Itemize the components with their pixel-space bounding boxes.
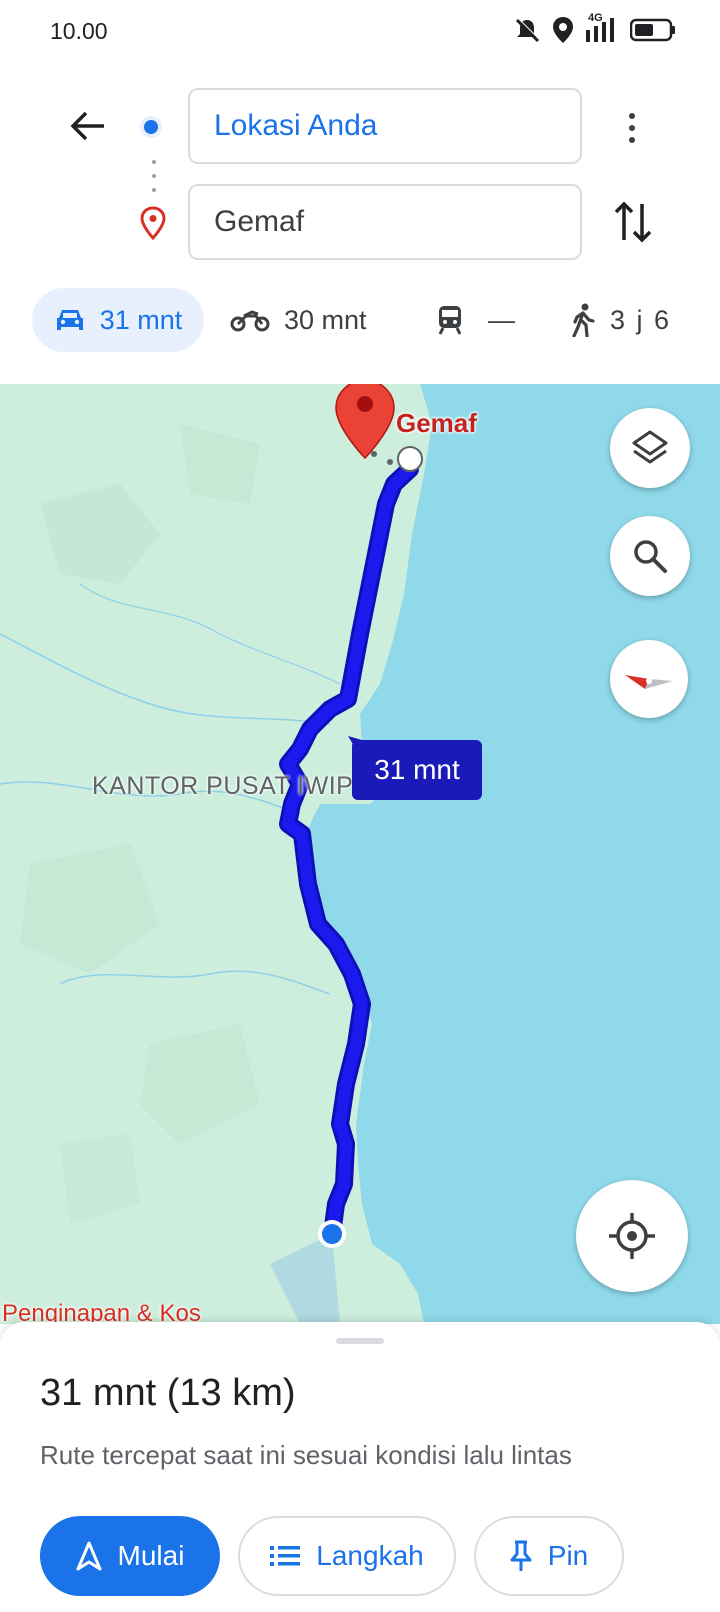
pin-label: Pin (547, 1540, 589, 1571)
route-summary: 31 mnt (13 km) (40, 1372, 296, 1414)
mode-walk-label: 3 j 6 (610, 304, 672, 335)
back-button[interactable] (62, 100, 114, 152)
list-icon (270, 1546, 301, 1566)
start-label: Mulai (117, 1540, 185, 1571)
mode-tab-walk[interactable]: 3 j 6 (570, 288, 671, 352)
search-icon (634, 540, 667, 573)
origin-dot-icon (140, 116, 162, 138)
motorcycle-icon (230, 310, 270, 332)
route-end-marker (397, 446, 423, 472)
route-connector (152, 160, 156, 192)
status-icons: 4G (512, 12, 676, 44)
swap-icon[interactable] (612, 198, 654, 246)
mode-motorcycle-label: 30 mnt (284, 304, 367, 335)
layers-icon (632, 430, 668, 464)
area-map-label[interactable]: KANTOR PUSAT IWIP (92, 772, 353, 801)
navigation-arrow-icon (76, 1541, 102, 1571)
status-time: 10.00 (50, 18, 108, 44)
mode-tab-motorcycle[interactable]: 30 mnt (230, 288, 367, 352)
sheet-drag-handle[interactable] (336, 1338, 384, 1344)
walk-icon (572, 303, 595, 337)
mode-car-label: 31 mnt (99, 304, 183, 335)
mode-tab-transit[interactable]: — (436, 288, 515, 352)
destination-map-label[interactable]: Gemaf (396, 408, 477, 439)
compass-button[interactable] (610, 640, 688, 718)
car-icon (56, 310, 83, 330)
steps-button[interactable]: Langkah (238, 1516, 456, 1596)
back-arrow-icon (70, 111, 104, 141)
start-button[interactable]: Mulai (40, 1516, 220, 1596)
location-icon (553, 17, 573, 43)
my-location-icon (609, 1213, 655, 1259)
map-search-button[interactable] (610, 516, 690, 596)
pin-button[interactable]: Pin (474, 1516, 624, 1596)
pin-icon (510, 1540, 532, 1571)
compass-icon (625, 675, 673, 689)
my-location-button[interactable] (576, 1180, 688, 1292)
more-options-button[interactable] (614, 104, 650, 152)
route-description: Rute tercepat saat ini sesuai kondisi la… (40, 1440, 572, 1470)
layers-button[interactable] (610, 408, 690, 488)
destination-pin-icon (140, 206, 166, 240)
mute-icon (515, 18, 541, 43)
battery-icon (630, 18, 675, 42)
signal-icon: 4G (584, 12, 620, 44)
mode-tab-car[interactable]: 31 mnt (32, 288, 204, 352)
destination-field[interactable]: Gemaf (188, 184, 582, 260)
origin-field[interactable]: Lokasi Anda (188, 88, 582, 164)
mode-transit-label: — (488, 304, 515, 335)
eta-bubble[interactable]: 31 mnt (352, 740, 482, 800)
train-icon (438, 306, 462, 335)
steps-label: Langkah (316, 1540, 424, 1571)
